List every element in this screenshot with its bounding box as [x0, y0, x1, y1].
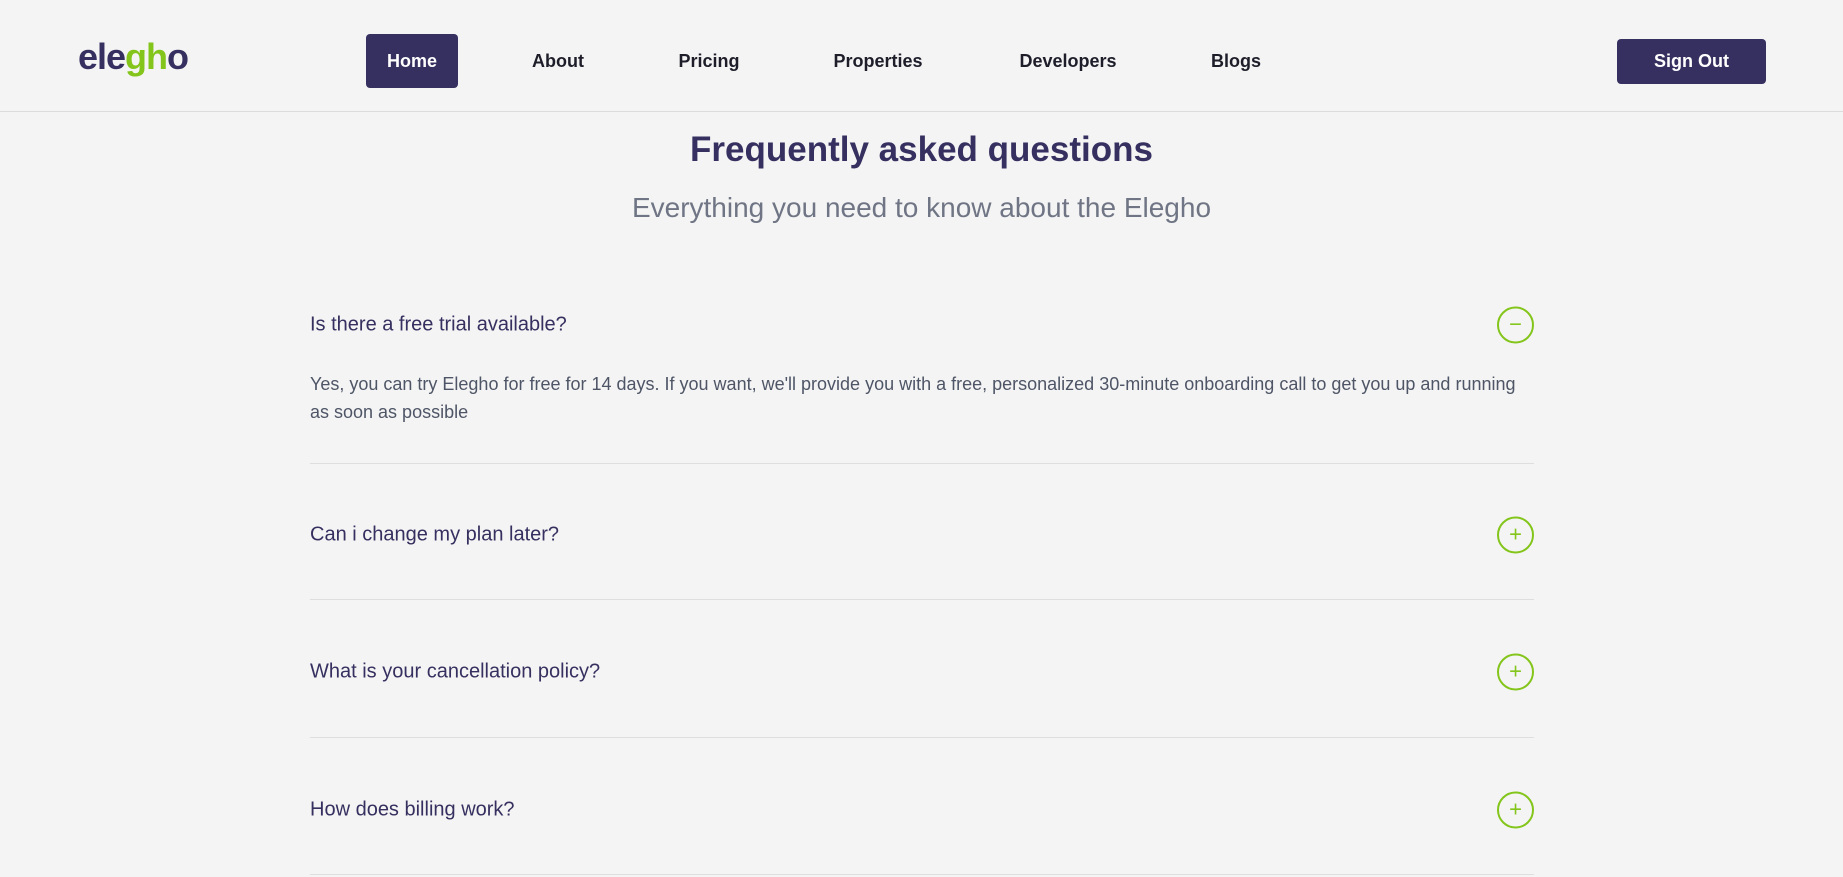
faq-question[interactable]: What is your cancellation policy? — [310, 661, 600, 684]
faq-answer: Yes, you can try Elegho for free for 14 … — [310, 374, 1516, 422]
expand-icon[interactable]: + — [1497, 791, 1534, 829]
elegho-logo[interactable]: elegho — [78, 36, 189, 86]
divider — [310, 737, 1534, 738]
faq-question[interactable]: How does billing work? — [310, 799, 515, 822]
collapse-icon[interactable]: − — [1497, 306, 1534, 344]
header: elegho Home About Pricing Properties Dev… — [0, 0, 1843, 112]
logo-text: ele — [78, 36, 126, 77]
nav-pricing[interactable]: Pricing — [660, 34, 757, 88]
divider — [310, 463, 1534, 464]
logo-text-end: o — [167, 36, 189, 77]
divider — [310, 874, 1534, 875]
nav-about[interactable]: About — [514, 34, 602, 88]
divider — [310, 599, 1534, 600]
nav-blogs[interactable]: Blogs — [1193, 34, 1279, 88]
expand-icon[interactable]: + — [1497, 516, 1534, 554]
sign-out-button[interactable]: Sign Out — [1617, 39, 1766, 84]
nav-developers[interactable]: Developers — [1001, 34, 1134, 88]
faq-question[interactable]: Is there a free trial available? — [310, 314, 567, 337]
faq-question[interactable]: Can i change my plan later? — [310, 524, 559, 547]
page-subtitle: Everything you need to know about the El… — [631, 192, 1212, 223]
expand-icon[interactable]: + — [1497, 653, 1534, 691]
page-title: Frequently asked questions — [690, 130, 1153, 169]
logo-text-accent: gh — [125, 36, 168, 77]
nav-home[interactable]: Home — [366, 34, 458, 88]
nav-properties[interactable]: Properties — [815, 34, 940, 88]
